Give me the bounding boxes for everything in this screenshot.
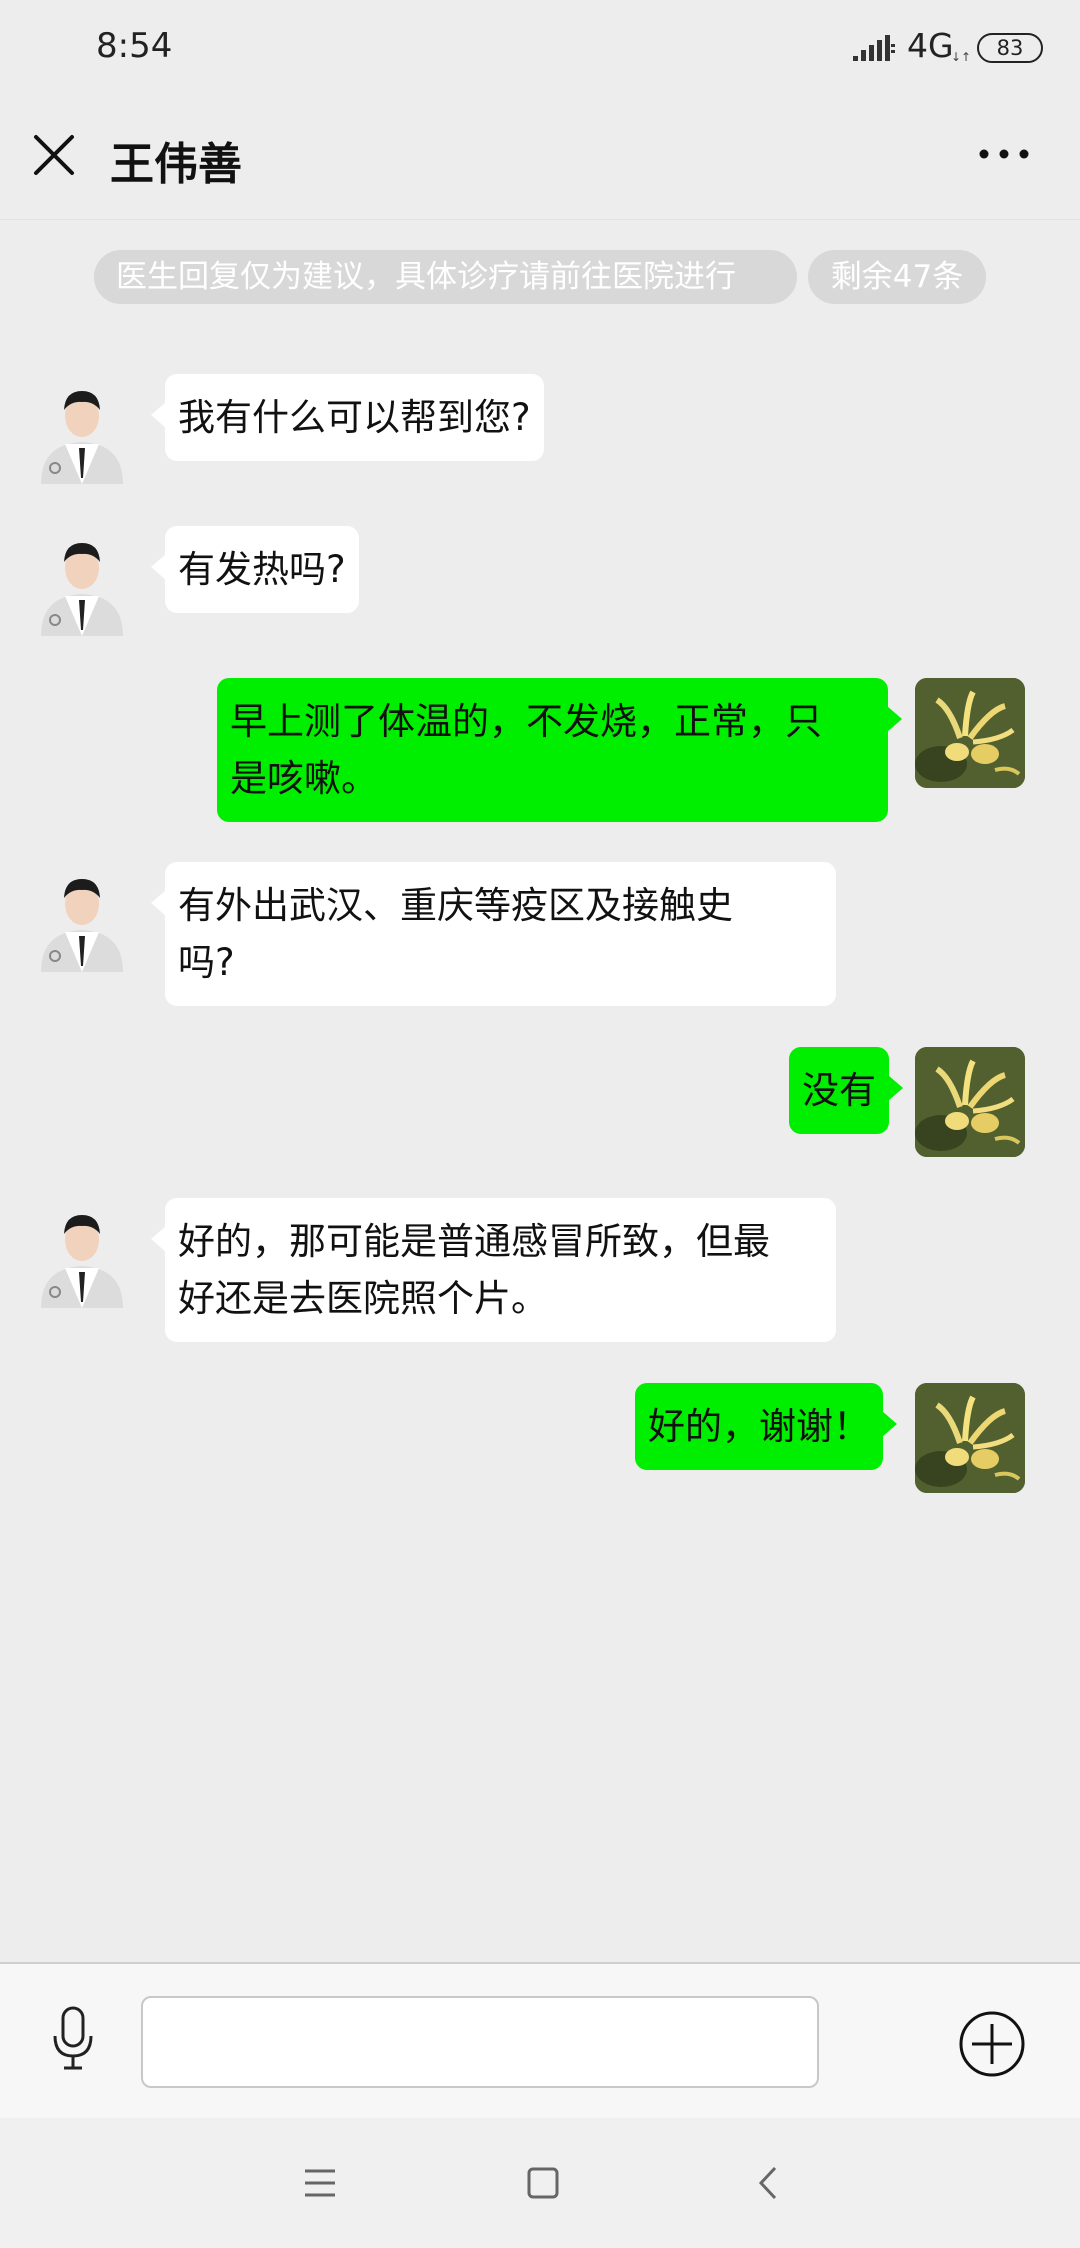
user-avatar[interactable] (915, 1383, 1025, 1493)
status-bar: 8:54 4G ↓↑ 83 (0, 0, 1080, 96)
message-line: 是咳嗽。 (230, 757, 378, 800)
doctor-avatar[interactable] (27, 526, 137, 636)
page-title: 王伟善 (110, 139, 242, 190)
message-line: 好还是去医院照个片。 (178, 1277, 548, 1320)
signal-icon (853, 35, 895, 61)
microphone-icon[interactable] (52, 2006, 94, 2070)
message-line: 吗? (178, 941, 235, 984)
user-message-bubble[interactable]: 好的，谢谢！ (635, 1383, 897, 1470)
doctor-message-bubble[interactable]: 有外出武汉、重庆等疫区及接触史 吗? (151, 862, 836, 1006)
user-avatar[interactable] (915, 1047, 1025, 1157)
network-type: 4G (907, 26, 954, 65)
message-line: 有发热吗? (178, 548, 346, 591)
user-message-bubble[interactable]: 早上测了体温的，不发烧，正常，只 是咳嗽。 (217, 678, 902, 822)
message-line: 我有什么可以帮到您? (178, 396, 531, 439)
user-avatar[interactable] (915, 678, 1025, 788)
status-time: 8:54 (96, 26, 173, 66)
doctor-avatar[interactable] (27, 862, 137, 972)
user-message-bubble[interactable]: 没有 (789, 1047, 903, 1134)
network-activity: ↓↑ (951, 50, 972, 64)
battery-level: 83 (996, 36, 1024, 60)
back-icon[interactable] (758, 2166, 778, 2200)
close-icon[interactable] (33, 134, 75, 176)
message-line: 早上测了体温的，不发烧，正常，只 (230, 700, 822, 743)
doctor-message-bubble[interactable]: 我有什么可以帮到您? (151, 374, 544, 461)
battery-icon: 83 (977, 33, 1043, 63)
message-input[interactable] (141, 1996, 819, 2088)
menu-icon[interactable] (303, 2168, 337, 2198)
message-line: 没有 (802, 1069, 876, 1112)
home-icon[interactable] (527, 2167, 559, 2199)
doctor-message-bubble[interactable]: 好的，那可能是普通感冒所致，但最 好还是去医院照个片。 (151, 1198, 836, 1342)
plus-circle-icon[interactable] (958, 2010, 1026, 2078)
message-line: 好的，那可能是普通感冒所致，但最 (178, 1220, 770, 1263)
disclaimer-notice: 医生回复仅为建议，具体诊疗请前往医院进行 (94, 250, 797, 304)
message-line: 好的，谢谢！ (648, 1405, 870, 1448)
doctor-avatar[interactable] (27, 374, 137, 484)
remaining-count-badge: 剩余47条 (808, 250, 986, 304)
doctor-message-bubble[interactable]: 有发热吗? (151, 526, 359, 613)
more-icon[interactable] (978, 148, 1030, 160)
message-line: 有外出武汉、重庆等疫区及接触史 (178, 884, 733, 927)
doctor-avatar[interactable] (27, 1198, 137, 1308)
